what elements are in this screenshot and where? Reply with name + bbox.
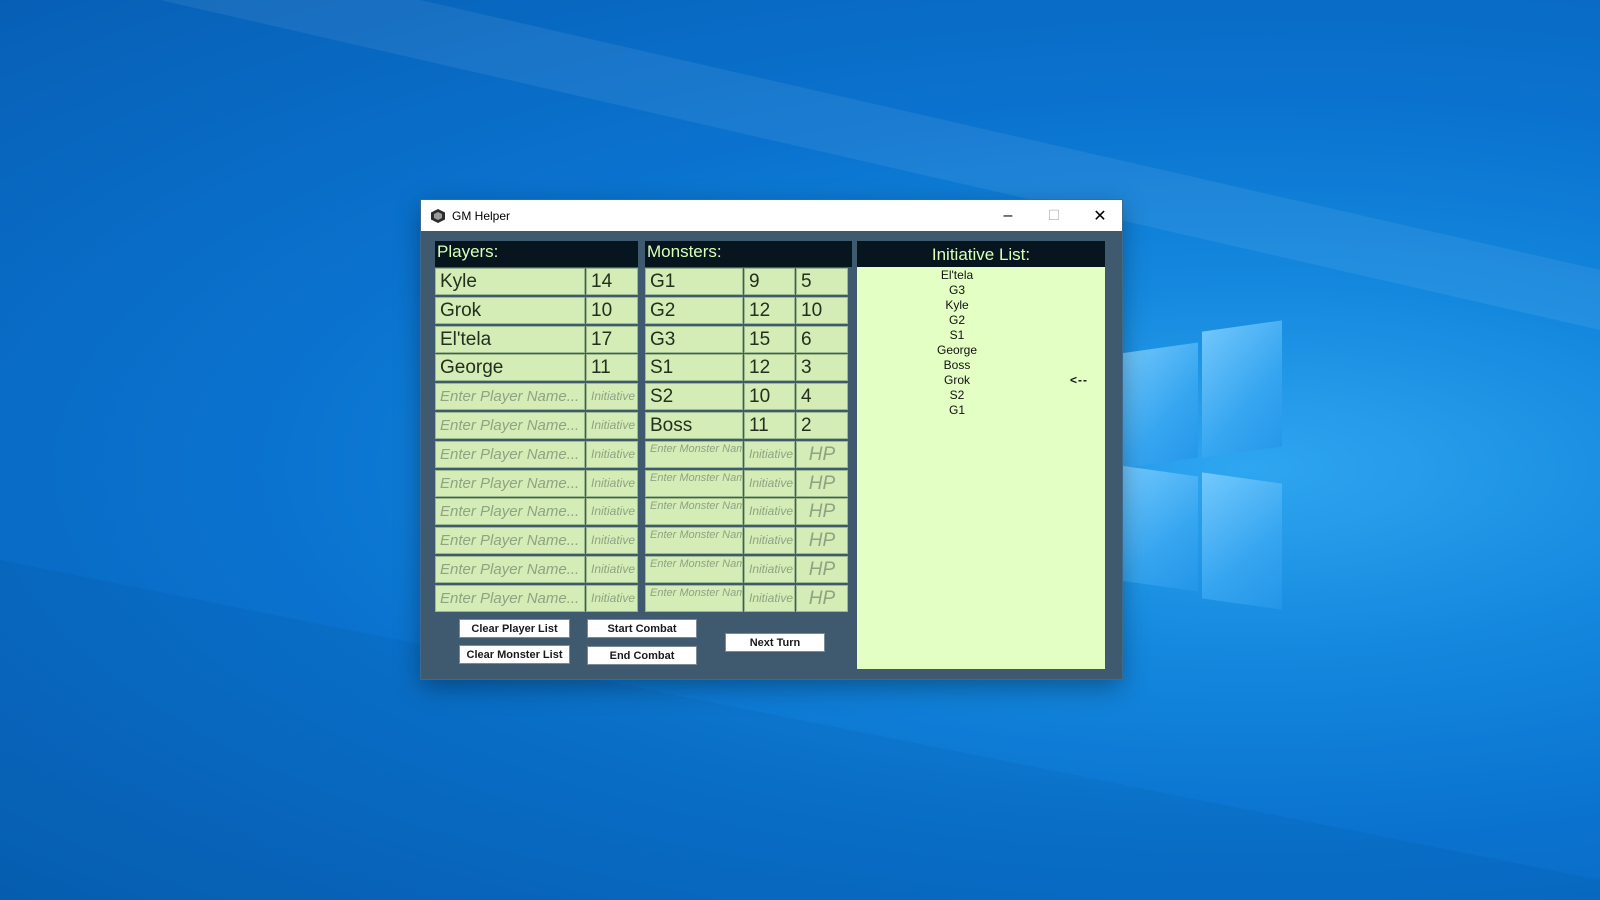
initiative-list-item: George	[936, 343, 978, 357]
monster-hp-input[interactable]: 2	[796, 412, 848, 439]
player-initiative-input[interactable]: Initiative	[586, 498, 638, 526]
monster-name-input[interactable]: Enter Monster Name...	[645, 498, 743, 526]
monster-name-input[interactable]: Enter Monster Name...	[645, 527, 743, 555]
player-initiative-input[interactable]: Initiative	[586, 584, 638, 612]
player-name-input[interactable]: Enter Player Name...	[435, 584, 585, 612]
monster-hp-input[interactable]: HP	[796, 498, 848, 526]
monster-initiative-input[interactable]: 10	[744, 383, 795, 411]
monster-initiative-input[interactable]: 15	[744, 325, 795, 353]
initiative-list-item: El'tela	[940, 268, 974, 282]
player-initiative-input[interactable]: Initiative	[586, 469, 638, 497]
title-bar[interactable]: GM Helper – ☐ ✕	[421, 200, 1122, 231]
monster-hp-input[interactable]: 10	[796, 296, 848, 324]
minimize-icon: –	[1003, 206, 1013, 224]
player-initiative-input[interactable]: Initiative	[586, 412, 638, 439]
player-initiative-input[interactable]: Initiative	[586, 440, 638, 468]
monster-name-input[interactable]: Enter Monster Name...	[645, 556, 743, 583]
initiative-list-item: Grok	[943, 373, 970, 387]
monster-hp-input[interactable]: HP	[796, 556, 848, 583]
player-initiative-input[interactable]: Initiative	[586, 556, 638, 583]
monster-name-input[interactable]: Enter Monster Name...	[645, 469, 743, 497]
monster-initiative-input[interactable]: Initiative	[744, 498, 795, 526]
monster-initiative-input[interactable]: Initiative	[744, 469, 795, 497]
player-initiative-input[interactable]: 10	[586, 296, 638, 324]
monster-initiative-input[interactable]: 12	[744, 296, 795, 324]
monsters-header: Monsters:	[645, 241, 852, 267]
monster-initiative-input[interactable]: 9	[744, 268, 795, 295]
maximize-icon: ☐	[1047, 207, 1061, 223]
monster-initiative-input[interactable]: Initiative	[744, 440, 795, 468]
monster-name-input[interactable]: G3	[645, 325, 743, 353]
window-title: GM Helper	[452, 208, 511, 223]
player-initiative-input[interactable]: Initiative	[586, 383, 638, 411]
initiative-panel: Initiative List: El'tela G3 Kyle G2 S1 George…	[857, 241, 1105, 669]
initiative-list-item: Kyle	[945, 298, 969, 312]
monster-initiative-input[interactable]: 11	[744, 412, 795, 439]
players-header: Players:	[435, 241, 638, 267]
player-name-input[interactable]: Grok	[435, 296, 585, 324]
maximize-button[interactable]: ☐	[1031, 200, 1077, 231]
player-name-input[interactable]: Enter Player Name...	[435, 527, 585, 555]
next-turn-button[interactable]: Next Turn	[725, 633, 825, 652]
clear-monster-list-button[interactable]: Clear Monster List	[459, 645, 570, 664]
initiative-header: Initiative List:	[857, 241, 1105, 267]
player-name-input[interactable]: Enter Player Name...	[435, 383, 585, 411]
monster-name-input[interactable]: S2	[645, 383, 743, 411]
windows-logo	[1120, 318, 1285, 616]
initiative-list-item: Boss	[943, 358, 971, 372]
player-initiative-input[interactable]: 11	[586, 354, 638, 382]
client-area: Players: Monsters: Kyle 14 Grok 10 El'tela 17…	[431, 241, 1112, 669]
monster-initiative-input[interactable]: Initiative	[744, 584, 795, 612]
monster-hp-input[interactable]: 6	[796, 325, 848, 353]
initiative-list-item: G3	[948, 283, 965, 297]
initiative-list-item: G1	[948, 403, 965, 417]
monster-hp-input[interactable]: 3	[796, 354, 848, 382]
player-name-input[interactable]: Enter Player Name...	[435, 440, 585, 468]
app-icon	[431, 208, 445, 223]
player-name-input[interactable]: Enter Player Name...	[435, 469, 585, 497]
start-combat-button[interactable]: Start Combat	[587, 619, 697, 638]
monster-hp-input[interactable]: HP	[796, 469, 848, 497]
close-icon: ✕	[1093, 207, 1107, 225]
player-name-input[interactable]: George	[435, 354, 585, 382]
player-name-input[interactable]: Enter Player Name...	[435, 498, 585, 526]
monster-name-input[interactable]: Enter Monster Name...	[645, 584, 743, 612]
monster-hp-input[interactable]: 4	[796, 383, 848, 411]
monster-name-input[interactable]: Enter Monster Name...	[645, 440, 743, 468]
monster-name-input[interactable]: S1	[645, 354, 743, 382]
close-button[interactable]: ✕	[1077, 200, 1123, 231]
app-window: GM Helper – ☐ ✕ Players: Monsters: Kyle 1…	[421, 200, 1122, 679]
monster-name-input[interactable]: G2	[645, 296, 743, 324]
player-initiative-input[interactable]: 14	[586, 268, 638, 295]
player-name-input[interactable]: El'tela	[435, 325, 585, 353]
monster-hp-input[interactable]: 5	[796, 268, 848, 295]
initiative-list-item: S1	[949, 328, 965, 342]
monster-name-input[interactable]: Boss	[645, 412, 743, 439]
monster-hp-input[interactable]: HP	[796, 440, 848, 468]
player-initiative-input[interactable]: Initiative	[586, 527, 638, 555]
initiative-list-item: G2	[948, 313, 965, 327]
player-initiative-input[interactable]: 17	[586, 325, 638, 353]
player-name-input[interactable]: Kyle	[435, 268, 585, 295]
clear-player-list-button[interactable]: Clear Player List	[459, 619, 570, 638]
player-name-input[interactable]: Enter Player Name...	[435, 556, 585, 583]
monster-initiative-input[interactable]: Initiative	[744, 556, 795, 583]
minimize-button[interactable]: –	[985, 200, 1031, 231]
monster-initiative-input[interactable]: 12	[744, 354, 795, 382]
current-turn-marker: <--	[1070, 373, 1088, 387]
monster-hp-input[interactable]: HP	[796, 584, 848, 612]
end-combat-button[interactable]: End Combat	[587, 646, 697, 665]
initiative-list-item: S2	[949, 388, 965, 402]
monster-hp-input[interactable]: HP	[796, 527, 848, 555]
player-name-input[interactable]: Enter Player Name...	[435, 412, 585, 439]
monster-initiative-input[interactable]: Initiative	[744, 527, 795, 555]
monster-name-input[interactable]: G1	[645, 268, 743, 295]
